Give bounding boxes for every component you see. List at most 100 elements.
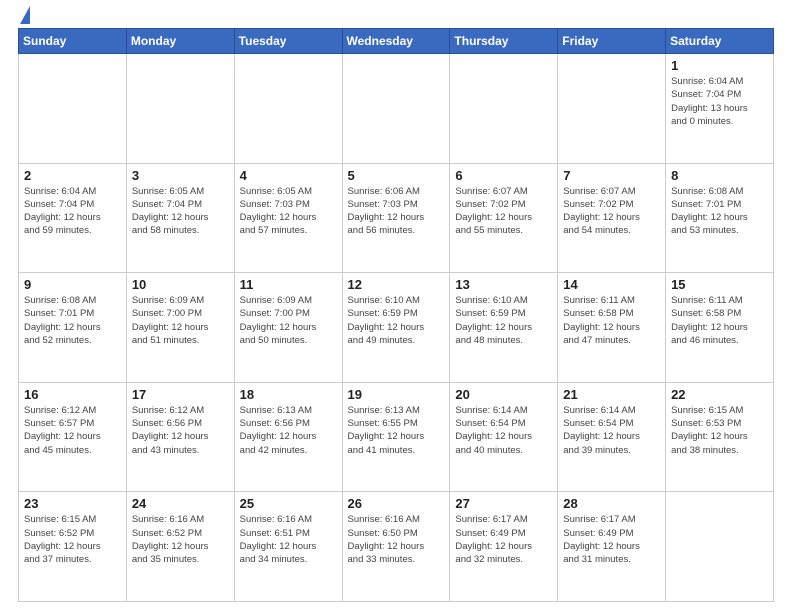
day-info: Sunrise: 6:15 AM Sunset: 6:53 PM Dayligh… bbox=[671, 404, 768, 457]
day-info: Sunrise: 6:12 AM Sunset: 6:57 PM Dayligh… bbox=[24, 404, 121, 457]
calendar-cell bbox=[666, 492, 774, 602]
day-number: 3 bbox=[132, 168, 229, 183]
calendar-cell: 17 Sunrise: 6:12 AM Sunset: 6:56 PM Dayli… bbox=[126, 382, 234, 492]
day-info: Sunrise: 6:04 AM Sunset: 7:04 PM Dayligh… bbox=[671, 75, 768, 128]
calendar-cell: 12 Sunrise: 6:10 AM Sunset: 6:59 PM Dayli… bbox=[342, 273, 450, 383]
day-info: Sunrise: 6:04 AM Sunset: 7:04 PM Dayligh… bbox=[24, 185, 121, 238]
calendar-cell: 11 Sunrise: 6:09 AM Sunset: 7:00 PM Dayli… bbox=[234, 273, 342, 383]
day-number: 15 bbox=[671, 277, 768, 292]
calendar-cell: 19 Sunrise: 6:13 AM Sunset: 6:55 PM Dayli… bbox=[342, 382, 450, 492]
day-info: Sunrise: 6:07 AM Sunset: 7:02 PM Dayligh… bbox=[455, 185, 552, 238]
weekday-header-monday: Monday bbox=[126, 29, 234, 54]
calendar-cell: 25Sunrise: 6:16 AM Sunset: 6:51 PM Dayli… bbox=[234, 492, 342, 602]
calendar-week-row: 9 Sunrise: 6:08 AM Sunset: 7:01 PM Daylig… bbox=[19, 273, 774, 383]
header bbox=[18, 10, 774, 24]
calendar-cell: 9 Sunrise: 6:08 AM Sunset: 7:01 PM Daylig… bbox=[19, 273, 127, 383]
day-number: 4 bbox=[240, 168, 337, 183]
day-info: Sunrise: 6:10 AM Sunset: 6:59 PM Dayligh… bbox=[348, 294, 445, 347]
calendar-table: SundayMondayTuesdayWednesdayThursdayFrid… bbox=[18, 28, 774, 602]
day-info: Sunrise: 6:14 AM Sunset: 6:54 PM Dayligh… bbox=[455, 404, 552, 457]
day-number: 17 bbox=[132, 387, 229, 402]
day-info: Sunrise: 6:08 AM Sunset: 7:01 PM Dayligh… bbox=[671, 185, 768, 238]
calendar-cell bbox=[558, 54, 666, 164]
day-info: Sunrise: 6:16 AM Sunset: 6:52 PM Dayligh… bbox=[132, 513, 229, 566]
calendar-cell: 26Sunrise: 6:16 AM Sunset: 6:50 PM Dayli… bbox=[342, 492, 450, 602]
calendar-cell: 28 Sunrise: 6:17 AM Sunset: 6:49 PM Dayli… bbox=[558, 492, 666, 602]
day-number: 18 bbox=[240, 387, 337, 402]
calendar-cell bbox=[19, 54, 127, 164]
calendar-cell: 6 Sunrise: 6:07 AM Sunset: 7:02 PM Daylig… bbox=[450, 163, 558, 273]
calendar-page: SundayMondayTuesdayWednesdayThursdayFrid… bbox=[0, 0, 792, 612]
logo bbox=[18, 10, 30, 24]
day-info: Sunrise: 6:14 AM Sunset: 6:54 PM Dayligh… bbox=[563, 404, 660, 457]
weekday-header-saturday: Saturday bbox=[666, 29, 774, 54]
day-info: Sunrise: 6:09 AM Sunset: 7:00 PM Dayligh… bbox=[240, 294, 337, 347]
day-number: 19 bbox=[348, 387, 445, 402]
calendar-cell: 23 Sunrise: 6:15 AM Sunset: 6:52 PM Dayli… bbox=[19, 492, 127, 602]
day-info: Sunrise: 6:06 AM Sunset: 7:03 PM Dayligh… bbox=[348, 185, 445, 238]
day-number: 13 bbox=[455, 277, 552, 292]
calendar-cell: 18Sunrise: 6:13 AM Sunset: 6:56 PM Dayli… bbox=[234, 382, 342, 492]
day-info: Sunrise: 6:11 AM Sunset: 6:58 PM Dayligh… bbox=[563, 294, 660, 347]
weekday-header-sunday: Sunday bbox=[19, 29, 127, 54]
calendar-week-row: 16 Sunrise: 6:12 AM Sunset: 6:57 PM Dayli… bbox=[19, 382, 774, 492]
day-number: 7 bbox=[563, 168, 660, 183]
day-number: 23 bbox=[24, 496, 121, 511]
calendar-cell bbox=[126, 54, 234, 164]
day-info: Sunrise: 6:12 AM Sunset: 6:56 PM Dayligh… bbox=[132, 404, 229, 457]
day-number: 11 bbox=[240, 277, 337, 292]
calendar-week-row: 1 Sunrise: 6:04 AM Sunset: 7:04 PM Daylig… bbox=[19, 54, 774, 164]
day-number: 2 bbox=[24, 168, 121, 183]
calendar-week-row: 23 Sunrise: 6:15 AM Sunset: 6:52 PM Dayli… bbox=[19, 492, 774, 602]
day-info: Sunrise: 6:08 AM Sunset: 7:01 PM Dayligh… bbox=[24, 294, 121, 347]
calendar-cell: 20 Sunrise: 6:14 AM Sunset: 6:54 PM Dayli… bbox=[450, 382, 558, 492]
calendar-cell: 24 Sunrise: 6:16 AM Sunset: 6:52 PM Dayli… bbox=[126, 492, 234, 602]
day-number: 9 bbox=[24, 277, 121, 292]
day-number: 8 bbox=[671, 168, 768, 183]
day-number: 12 bbox=[348, 277, 445, 292]
day-number: 1 bbox=[671, 58, 768, 73]
weekday-header-wednesday: Wednesday bbox=[342, 29, 450, 54]
day-number: 14 bbox=[563, 277, 660, 292]
calendar-cell: 21Sunrise: 6:14 AM Sunset: 6:54 PM Dayli… bbox=[558, 382, 666, 492]
calendar-cell: 10 Sunrise: 6:09 AM Sunset: 7:00 PM Dayli… bbox=[126, 273, 234, 383]
day-info: Sunrise: 6:09 AM Sunset: 7:00 PM Dayligh… bbox=[132, 294, 229, 347]
day-info: Sunrise: 6:15 AM Sunset: 6:52 PM Dayligh… bbox=[24, 513, 121, 566]
calendar-cell: 16 Sunrise: 6:12 AM Sunset: 6:57 PM Dayli… bbox=[19, 382, 127, 492]
calendar-cell bbox=[342, 54, 450, 164]
day-number: 16 bbox=[24, 387, 121, 402]
calendar-cell: 22 Sunrise: 6:15 AM Sunset: 6:53 PM Dayli… bbox=[666, 382, 774, 492]
calendar-cell: 1 Sunrise: 6:04 AM Sunset: 7:04 PM Daylig… bbox=[666, 54, 774, 164]
day-number: 22 bbox=[671, 387, 768, 402]
day-info: Sunrise: 6:16 AM Sunset: 6:51 PM Dayligh… bbox=[240, 513, 337, 566]
calendar-cell: 27Sunrise: 6:17 AM Sunset: 6:49 PM Dayli… bbox=[450, 492, 558, 602]
calendar-cell: 7 Sunrise: 6:07 AM Sunset: 7:02 PM Daylig… bbox=[558, 163, 666, 273]
calendar-cell bbox=[234, 54, 342, 164]
weekday-header-row: SundayMondayTuesdayWednesdayThursdayFrid… bbox=[19, 29, 774, 54]
day-info: Sunrise: 6:11 AM Sunset: 6:58 PM Dayligh… bbox=[671, 294, 768, 347]
day-info: Sunrise: 6:05 AM Sunset: 7:03 PM Dayligh… bbox=[240, 185, 337, 238]
calendar-cell: 2 Sunrise: 6:04 AM Sunset: 7:04 PM Daylig… bbox=[19, 163, 127, 273]
day-number: 24 bbox=[132, 496, 229, 511]
day-info: Sunrise: 6:07 AM Sunset: 7:02 PM Dayligh… bbox=[563, 185, 660, 238]
calendar-cell: 5 Sunrise: 6:06 AM Sunset: 7:03 PM Daylig… bbox=[342, 163, 450, 273]
day-number: 6 bbox=[455, 168, 552, 183]
logo-triangle-icon bbox=[20, 6, 30, 24]
calendar-cell bbox=[450, 54, 558, 164]
calendar-cell: 4 Sunrise: 6:05 AM Sunset: 7:03 PM Daylig… bbox=[234, 163, 342, 273]
day-number: 5 bbox=[348, 168, 445, 183]
weekday-header-thursday: Thursday bbox=[450, 29, 558, 54]
day-number: 28 bbox=[563, 496, 660, 511]
calendar-cell: 8 Sunrise: 6:08 AM Sunset: 7:01 PM Daylig… bbox=[666, 163, 774, 273]
day-number: 10 bbox=[132, 277, 229, 292]
day-info: Sunrise: 6:17 AM Sunset: 6:49 PM Dayligh… bbox=[563, 513, 660, 566]
calendar-cell: 13 Sunrise: 6:10 AM Sunset: 6:59 PM Dayli… bbox=[450, 273, 558, 383]
weekday-header-tuesday: Tuesday bbox=[234, 29, 342, 54]
day-info: Sunrise: 6:13 AM Sunset: 6:55 PM Dayligh… bbox=[348, 404, 445, 457]
day-info: Sunrise: 6:10 AM Sunset: 6:59 PM Dayligh… bbox=[455, 294, 552, 347]
day-number: 20 bbox=[455, 387, 552, 402]
calendar-week-row: 2 Sunrise: 6:04 AM Sunset: 7:04 PM Daylig… bbox=[19, 163, 774, 273]
calendar-cell: 15 Sunrise: 6:11 AM Sunset: 6:58 PM Dayli… bbox=[666, 273, 774, 383]
weekday-header-friday: Friday bbox=[558, 29, 666, 54]
calendar-cell: 3Sunrise: 6:05 AM Sunset: 7:04 PM Daylig… bbox=[126, 163, 234, 273]
